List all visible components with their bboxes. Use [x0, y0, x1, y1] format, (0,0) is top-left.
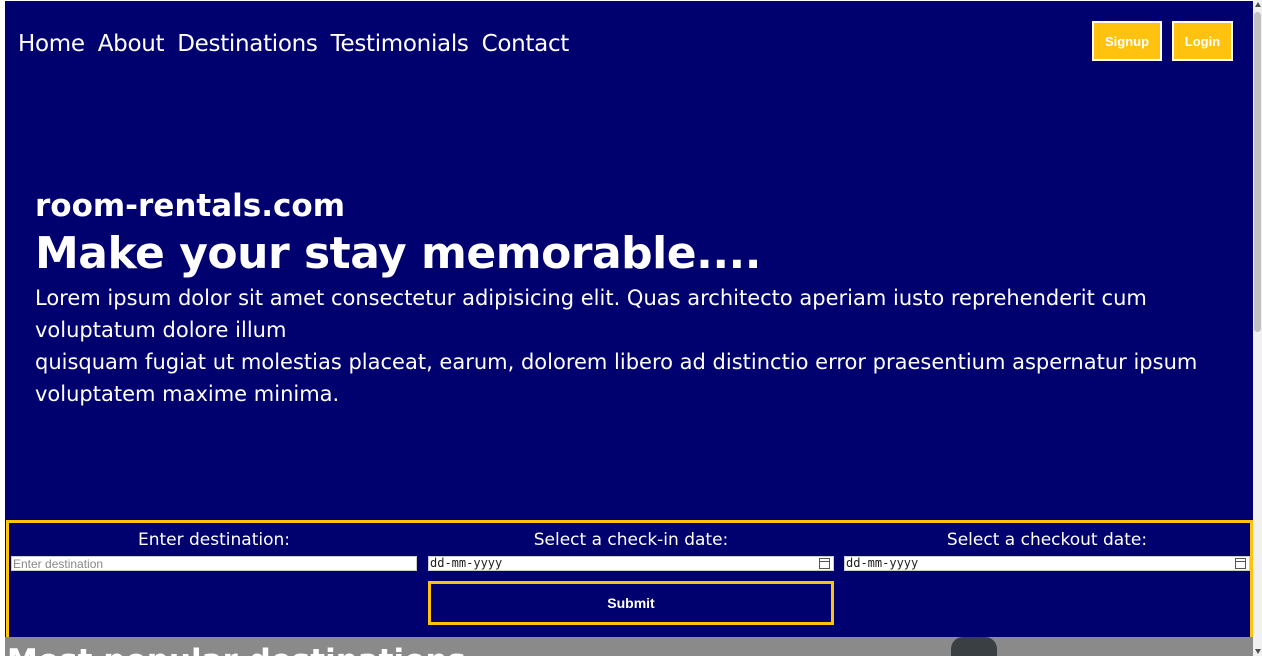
auth-buttons: Signup Login: [1092, 21, 1233, 61]
popular-destinations-section: Most popular destinations: [5, 637, 1253, 656]
hero-section: room-rentals.com Make your stay memorabl…: [35, 186, 1225, 410]
checkout-date-value: dd-mm-yyyy: [846, 556, 919, 570]
booking-form: Enter destination: Select a check-in dat…: [6, 520, 1253, 640]
checkout-label: Select a checkout date:: [946, 530, 1148, 550]
checkin-date-value: dd-mm-yyyy: [430, 556, 503, 570]
nav-contact-link[interactable]: Contact: [482, 29, 570, 59]
scrollbar[interactable]: [1253, 0, 1262, 656]
checkin-date-input[interactable]: dd-mm-yyyy: [428, 556, 834, 571]
submit-button[interactable]: Submit: [428, 581, 834, 625]
calendar-icon[interactable]: [819, 558, 830, 569]
login-button[interactable]: Login: [1172, 21, 1233, 61]
site-name: room-rentals.com: [35, 188, 345, 224]
nav-about-link[interactable]: About: [98, 29, 165, 59]
nav-testimonials-link[interactable]: Testimonials: [331, 29, 469, 59]
checkout-group: Select a checkout date: dd-mm-yyyy: [844, 529, 1250, 571]
calendar-icon[interactable]: [1235, 558, 1246, 569]
destination-field: [11, 556, 417, 571]
scroll-down-arrow-icon[interactable]: [1255, 649, 1261, 654]
checkin-group: Select a check-in date: dd-mm-yyyy: [428, 529, 834, 571]
hero-description-line2: quisquam fugiat ut molestias placeat, ea…: [35, 350, 1198, 406]
nav-home-link[interactable]: Home: [18, 29, 85, 59]
signup-button[interactable]: Signup: [1092, 21, 1162, 61]
main-nav: Home About Destinations Testimonials Con…: [18, 29, 569, 59]
hero-description-line1: Lorem ipsum dolor sit amet consectetur a…: [35, 286, 1147, 342]
scroll-up-arrow-icon[interactable]: [1255, 2, 1261, 7]
hero-headline: Make your stay memorable....: [35, 228, 761, 279]
checkout-date-input[interactable]: dd-mm-yyyy: [844, 556, 1250, 571]
scrollbar-thumb[interactable]: [1254, 12, 1261, 332]
destination-group: Enter destination:: [11, 529, 417, 571]
section-title: Most popular destinations: [7, 641, 466, 656]
checkin-label: Select a check-in date:: [533, 530, 729, 550]
nav-destinations-link[interactable]: Destinations: [177, 29, 318, 59]
destination-input[interactable]: [13, 557, 416, 570]
destination-label: Enter destination:: [137, 530, 290, 550]
background-image: [951, 637, 997, 656]
page: Home About Destinations Testimonials Con…: [5, 1, 1253, 656]
